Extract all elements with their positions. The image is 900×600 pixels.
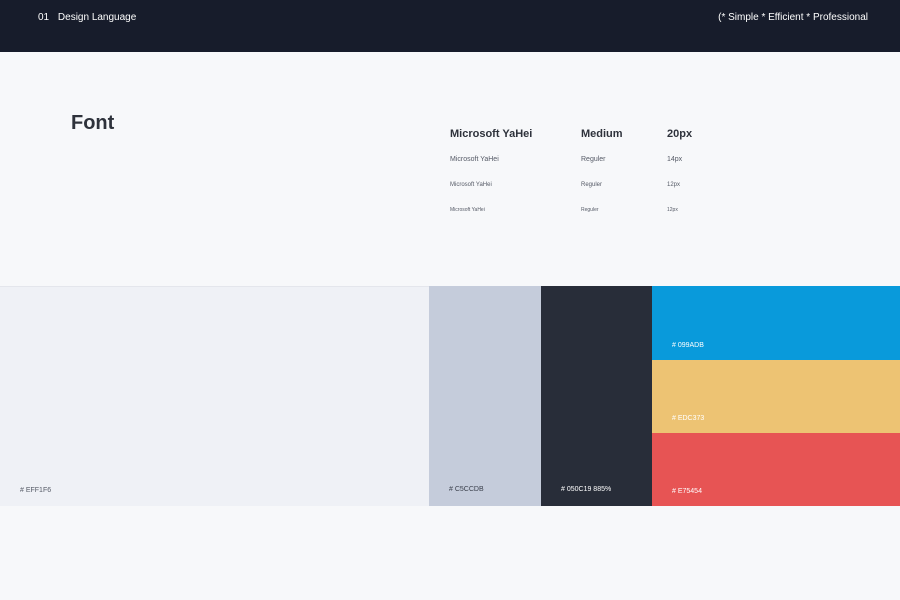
tagline: (* Simple * Efficient * Professional (718, 12, 868, 23)
font-size-label: 12px (667, 207, 678, 213)
font-weight-label: Reguler (581, 156, 606, 163)
color-code-label: # C5CCDB (449, 486, 484, 493)
color-swatch-dark: # 050C19 885% (541, 286, 652, 506)
font-weight-label: Reguler (581, 207, 599, 213)
section-heading: 01 Design Language (38, 12, 136, 23)
color-swatch-gray: # C5CCDB (429, 286, 541, 506)
section-title: Design Language (57, 12, 137, 23)
font-family-label: Microsoft YaHei (450, 156, 499, 163)
font-weight-label: Reguler (581, 182, 603, 188)
color-palette: # EFF1F6 # C5CCDB # 050C19 885% # 099ADB… (0, 286, 900, 506)
font-size-label: 20px (667, 128, 693, 140)
font-family-label: Microsoft YaHei (450, 182, 492, 188)
color-code-label: # EDC373 (672, 415, 705, 422)
font-size-label: 14px (667, 156, 683, 163)
font-section-title: Font (71, 112, 115, 134)
section-number: 01 (38, 12, 50, 23)
font-family-label: Microsoft YaHei (450, 128, 533, 140)
color-swatch-yellow: # EDC373 (652, 360, 900, 433)
color-swatch-blue: # 099ADB (652, 286, 900, 360)
font-weight-label: Medium (581, 128, 623, 140)
header-bar: 01 Design Language (* Simple * Efficient… (0, 0, 900, 52)
color-code-label: # 099ADB (672, 342, 704, 349)
color-code-label: # 050C19 885% (561, 486, 612, 493)
font-size-label: 12px (667, 182, 681, 188)
font-spec-table: Microsoft YaHei Medium 20px Microsoft Ya… (450, 128, 750, 228)
color-code-label: # E75454 (672, 488, 702, 495)
color-swatch-red: # E75454 (652, 433, 900, 506)
color-code-label: # EFF1F6 (20, 487, 52, 494)
font-family-label: Microsoft YaHei (450, 207, 485, 213)
color-swatch-light: # EFF1F6 (0, 286, 429, 506)
